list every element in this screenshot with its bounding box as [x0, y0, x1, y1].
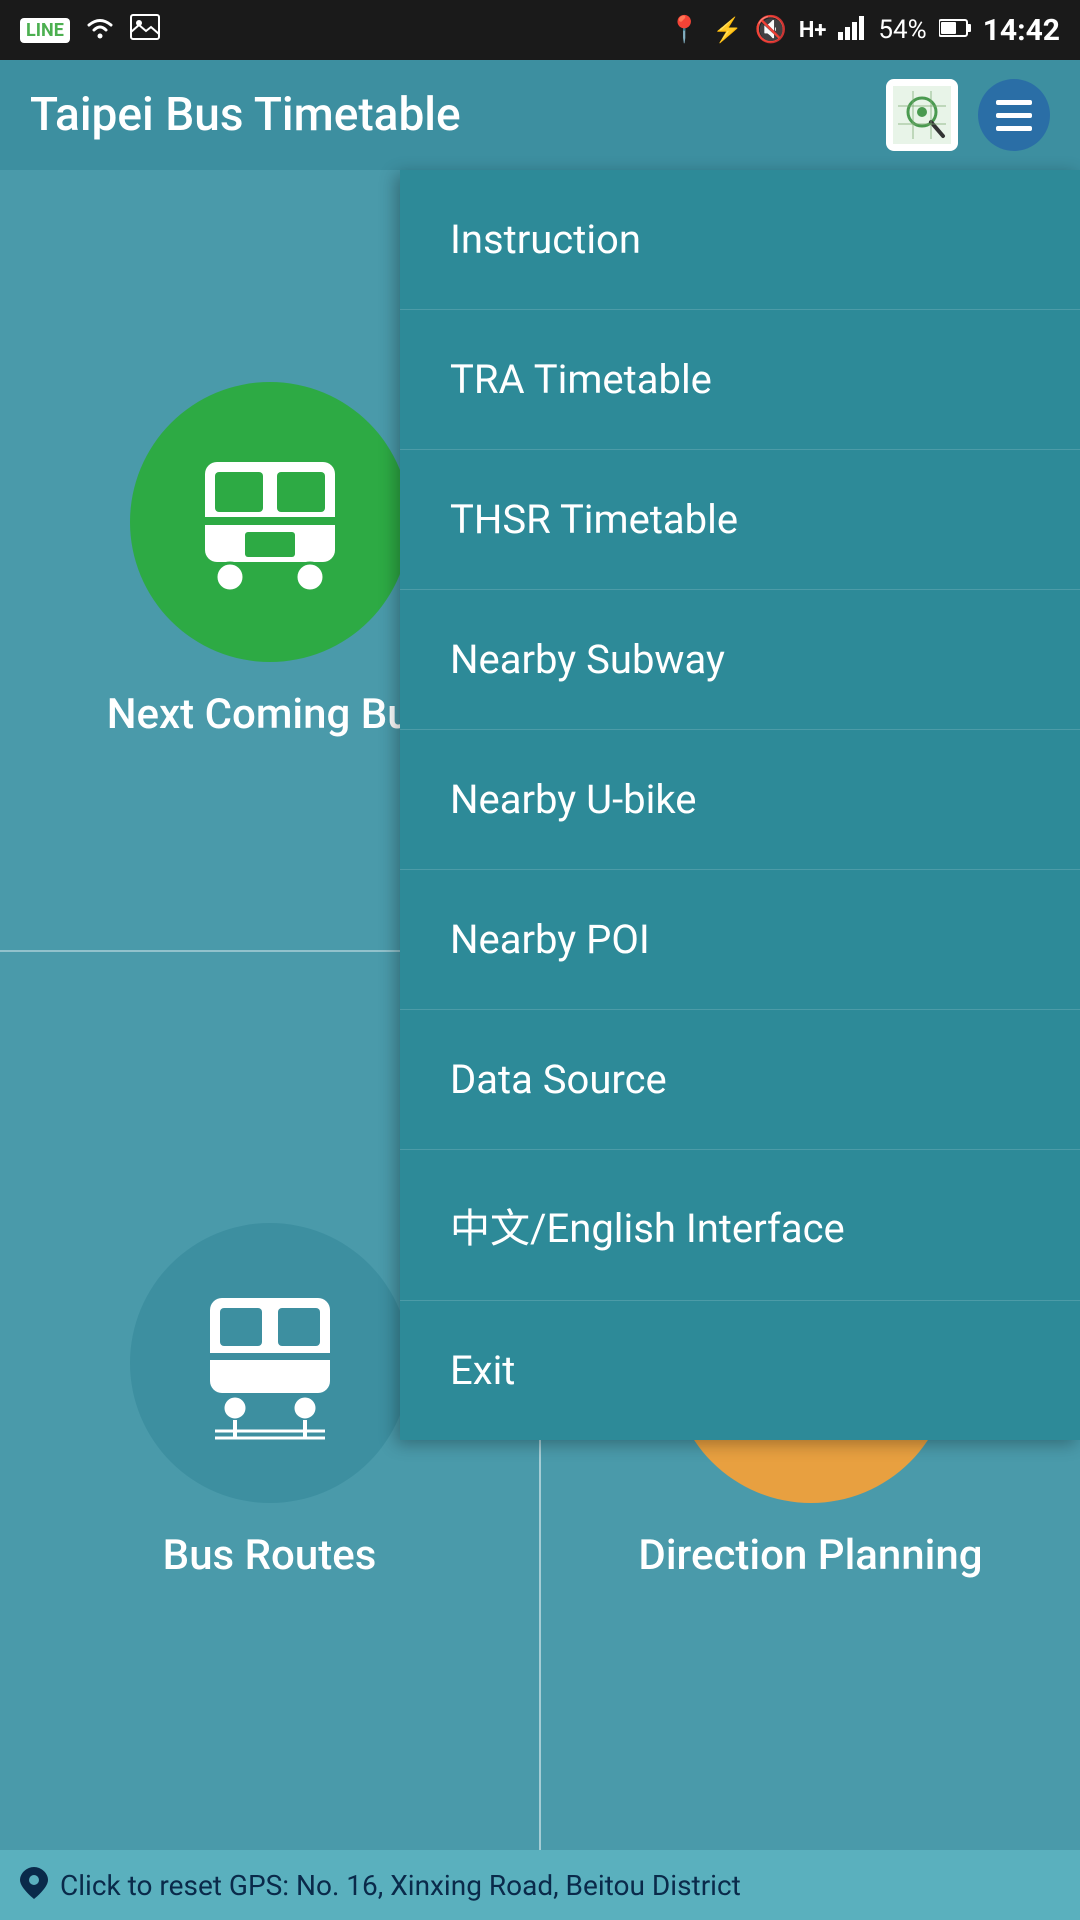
- location-icon: 📍: [668, 15, 700, 45]
- dropdown-item-data-source[interactable]: Data Source: [400, 1010, 1080, 1150]
- bottom-status-bar[interactable]: Click to reset GPS: No. 16, Xinxing Road…: [0, 1850, 1080, 1920]
- battery-icon: [939, 15, 971, 45]
- dropdown-item-nearby-poi[interactable]: Nearby POI: [400, 870, 1080, 1010]
- dropdown-menu: Instruction TRA Timetable THSR Timetable…: [400, 170, 1080, 1440]
- menu-lines-icon: [996, 100, 1032, 131]
- dropdown-item-nearby-ubike[interactable]: Nearby U-bike: [400, 730, 1080, 870]
- image-icon: [130, 14, 160, 47]
- bus-icon-circle: [130, 382, 410, 662]
- dropdown-item-nearby-subway[interactable]: Nearby Subway: [400, 590, 1080, 730]
- status-bar: LINE 📍 ⚡ 🔇 H+: [0, 0, 1080, 60]
- battery-percent: 54%: [878, 15, 926, 45]
- app-bar-icons: [886, 79, 1050, 151]
- routes-icon-circle: [130, 1223, 410, 1503]
- mute-icon: 🔇: [755, 15, 787, 45]
- network-hplus-icon: H+: [799, 18, 827, 43]
- direction-planning-label: Direction Planning: [638, 1531, 982, 1580]
- status-bar-right: 📍 ⚡ 🔇 H+ 54% 14:42: [668, 13, 1060, 48]
- next-coming-bus-label: Next Coming Bus: [107, 690, 433, 739]
- gps-status-text: Click to reset GPS: No. 16, Xinxing Road…: [60, 1869, 741, 1902]
- status-bar-left: LINE: [20, 13, 160, 48]
- menu-button[interactable]: [978, 79, 1050, 151]
- dropdown-item-language[interactable]: 中文/English Interface: [400, 1150, 1080, 1301]
- signal-icon: [838, 14, 866, 47]
- dropdown-item-instruction[interactable]: Instruction: [400, 170, 1080, 310]
- app-bar: Taipei Bus Timetable: [0, 60, 1080, 170]
- dropdown-item-exit[interactable]: Exit: [400, 1301, 1080, 1440]
- dropdown-item-tra-timetable[interactable]: TRA Timetable: [400, 310, 1080, 450]
- dropdown-item-thsr-timetable[interactable]: THSR Timetable: [400, 450, 1080, 590]
- time-display: 14:42: [983, 13, 1060, 48]
- line-icon: LINE: [20, 18, 70, 43]
- wifi-icon: [84, 13, 116, 48]
- gps-pin-icon: [20, 1867, 48, 1903]
- map-icon-button[interactable]: [886, 79, 958, 151]
- bus-routes-label: Bus Routes: [163, 1531, 377, 1580]
- app-title: Taipei Bus Timetable: [30, 88, 461, 142]
- bluetooth-icon: ⚡: [713, 16, 743, 44]
